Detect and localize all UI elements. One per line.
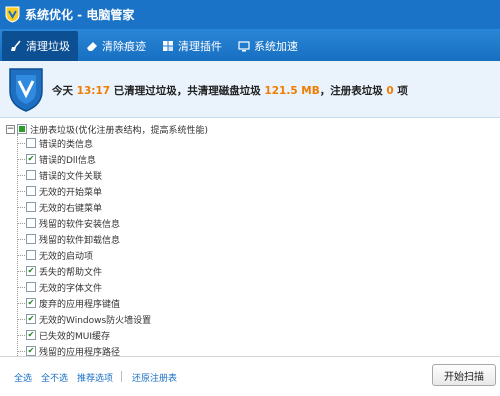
item-label: 已失效的MUI缓存 [39,331,111,342]
item-label: 错误的文件关联 [39,171,103,182]
tab-label: 系统加速 [254,40,298,53]
item-label: 残留的软件安装信息 [39,219,121,230]
item-label: 无效的启动项 [39,251,94,262]
status-header: 今天 13:17 已清理过垃圾，共清理磁盘垃圾 121.5 MB，注册表垃圾 0… [0,61,500,118]
select-all-link[interactable]: 全选 [14,371,32,384]
summary-registry-text: ，注册表垃圾 [319,85,383,97]
collapse-icon[interactable]: − [6,124,15,134]
shield-icon [9,68,43,112]
item-label: 丢失的帮助文件 [39,267,103,278]
title-bar: 系统优化 - 电脑管家 [0,0,500,29]
summary-middle: 已清理过垃圾，共清理磁盘垃圾 [113,85,261,97]
list-item[interactable]: 残留的软件安装信息 [17,215,120,231]
checkbox-checked[interactable]: ✔ [26,154,36,164]
checkbox[interactable] [26,186,36,196]
list-item[interactable]: 残留的软件卸载信息 [17,231,120,247]
item-label: 无效的字体文件 [39,283,103,294]
checkbox-checked[interactable]: ✔ [26,330,36,340]
tab-bar: 清理垃圾 清除痕迹 清理插件 系统加速 [0,29,500,61]
tree-root-label: 注册表垃圾(优化注册表结构，提高系统性能) [30,125,209,136]
list-item[interactable]: ✔ 废弃的应用程序键值 [17,295,120,311]
eraser-icon [87,42,97,51]
list-item[interactable]: 错误的类信息 [17,135,93,151]
item-label: 残留的软件卸载信息 [39,235,121,246]
app-logo-icon [4,5,21,24]
list-item[interactable]: 错误的文件关联 [17,167,102,183]
tab-label: 清理插件 [178,40,222,53]
plugin-icon [163,41,173,51]
speedup-icon [238,41,250,52]
checkbox[interactable] [26,218,36,228]
tab-label: 清理垃圾 [26,40,70,53]
checkbox-checked[interactable]: ✔ [26,346,36,356]
select-none-link[interactable]: 全不选 [41,371,68,384]
footer-divider [121,371,122,382]
item-label: 错误的Dll信息 [39,155,96,166]
summary-registry-count: 0 [386,85,394,97]
checkbox-checked[interactable]: ✔ [26,298,36,308]
tab-clean-junk[interactable]: 清理垃圾 [2,31,78,61]
list-item[interactable]: ✔ 错误的Dll信息 [17,151,96,167]
item-label: 废弃的应用程序键值 [39,299,121,310]
tab-label: 清除痕迹 [102,40,146,53]
checkbox[interactable] [26,170,36,180]
window-title: 系统优化 - 电脑管家 [25,8,135,22]
summary-disk-size: 121.5 MB [264,85,320,97]
checkbox[interactable] [26,250,36,260]
item-label: 无效的Windows防火墙设置 [39,315,152,326]
list-item[interactable]: ✔ 残留的应用程序路径 [17,343,120,356]
item-label: 残留的应用程序路径 [39,347,121,357]
list-item[interactable]: 无效的启动项 [17,247,93,263]
checkbox-checked[interactable]: ✔ [26,266,36,276]
item-label: 无效的右键菜单 [39,203,103,214]
clean-summary: 今天 13:17 已清理过垃圾，共清理磁盘垃圾 121.5 MB，注册表垃圾 0… [52,83,408,98]
checkbox[interactable] [26,138,36,148]
checkbox[interactable] [26,202,36,212]
tab-clear-traces[interactable]: 清除痕迹 [78,31,154,61]
tab-clean-plugins[interactable]: 清理插件 [154,31,230,61]
recommended-link[interactable]: 推荐选项 [77,371,113,384]
summary-suffix: 项 [397,85,408,97]
start-scan-button[interactable]: 开始扫描 [432,364,496,386]
tab-system-speedup[interactable]: 系统加速 [230,31,306,61]
footer-bar: 全选 全不选 推荐选项 还原注册表 开始扫描 [0,356,500,396]
item-label: 错误的类信息 [39,139,94,150]
list-item[interactable]: 无效的右键菜单 [17,199,102,215]
restore-registry-link[interactable]: 还原注册表 [132,371,177,384]
broom-icon [11,40,21,51]
registry-tree: − 注册表垃圾(优化注册表结构，提高系统性能) 错误的类信息 ✔ 错误的Dll信息… [0,118,500,356]
summary-time: 13:17 [76,85,111,97]
item-label: 无效的开始菜单 [39,187,103,198]
list-item[interactable]: 无效的字体文件 [17,279,102,295]
list-item[interactable]: ✔ 无效的Windows防火墙设置 [17,311,151,327]
checkbox[interactable] [26,234,36,244]
root-checkbox[interactable] [17,124,27,134]
list-item[interactable]: 无效的开始菜单 [17,183,102,199]
checkbox-checked[interactable]: ✔ [26,314,36,324]
list-item[interactable]: ✔ 丢失的帮助文件 [17,263,102,279]
summary-prefix: 今天 [52,85,73,97]
checkbox[interactable] [26,282,36,292]
list-item[interactable]: ✔ 已失效的MUI缓存 [17,327,110,343]
